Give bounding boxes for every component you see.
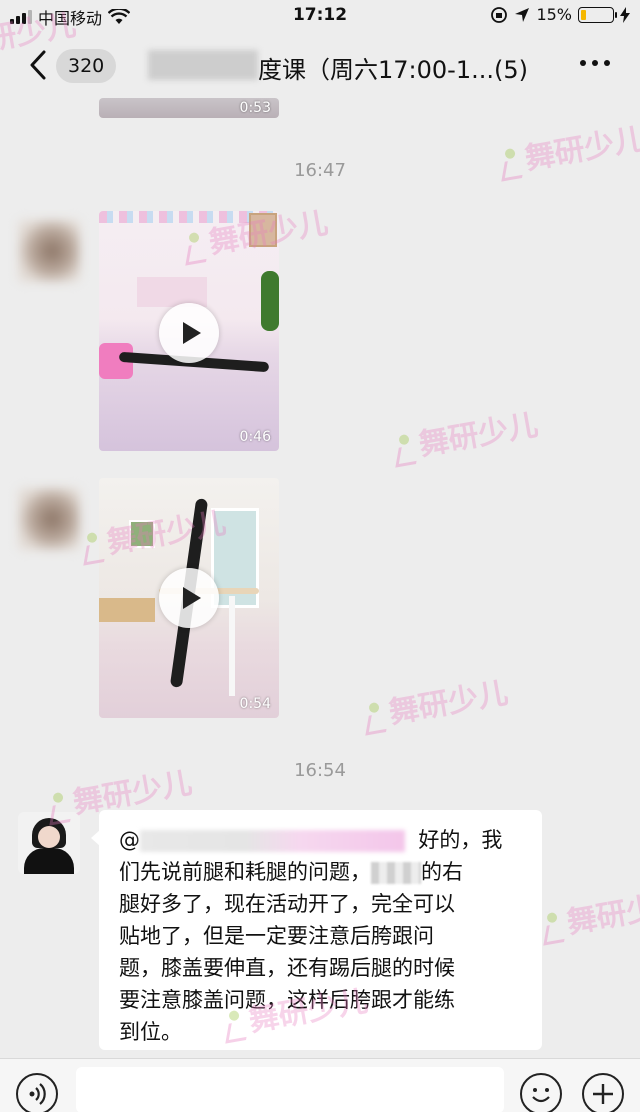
chat-title-text: 度课（周六17:00-1...	[258, 56, 494, 84]
chat-header: 320 度课（周六17:00-1...(5)	[0, 32, 640, 98]
location-icon	[515, 7, 530, 22]
watermark: 舞研少儿	[389, 400, 540, 469]
message-line: 腿好多了，现在活动开了，完全可以	[119, 892, 455, 916]
emoji-icon[interactable]	[520, 1073, 562, 1112]
message-line: 们先说前腿和耗腿的问题，	[119, 860, 371, 884]
text-message-bubble[interactable]: @ 好的，我 们先说前腿和耗腿的问题， 的右 腿好多了，现在活动开了，完全可以 贴…	[91, 810, 542, 1050]
watermark: 舞研少儿	[359, 668, 510, 737]
wall-picture	[249, 213, 277, 247]
input-bar	[0, 1058, 640, 1112]
plus-icon[interactable]	[582, 1073, 624, 1112]
redacted-name	[371, 862, 421, 884]
trophy-shelf	[99, 598, 155, 622]
voice-icon[interactable]	[16, 1073, 58, 1112]
sender-avatar[interactable]	[18, 488, 80, 550]
message-line: 的右	[421, 860, 463, 884]
orientation-lock-icon	[491, 6, 508, 23]
message-input[interactable]	[76, 1067, 504, 1112]
video-duration: 0:46	[239, 429, 271, 445]
message-line: 贴地了，但是一定要注意后胯跟问	[119, 924, 434, 948]
status-bar: 中国移动 17:12 15%	[0, 0, 640, 32]
back-button[interactable]	[24, 48, 54, 82]
more-ellipsis-icon[interactable]	[580, 60, 610, 66]
charging-bolt-icon	[620, 6, 630, 23]
sender-avatar[interactable]	[18, 220, 80, 282]
timestamp: 16:54	[294, 760, 346, 781]
video-message[interactable]: 0:53	[99, 98, 279, 118]
barre-stand	[229, 596, 235, 696]
redacted-group-name	[148, 50, 258, 80]
play-icon[interactable]	[159, 568, 219, 628]
video-message[interactable]: 0:54	[99, 478, 279, 718]
battery-icon	[578, 6, 617, 23]
timestamp: 16:47	[294, 160, 346, 181]
trophy-shelf	[137, 277, 207, 307]
watermark: 舞研少儿	[537, 878, 640, 947]
video-message[interactable]: 0:46	[99, 211, 279, 451]
teacher-avatar[interactable]	[18, 812, 80, 874]
unread-count-badge[interactable]: 320	[56, 49, 117, 83]
battery-percent: 15%	[536, 5, 572, 24]
play-icon[interactable]	[159, 303, 219, 363]
message-line: 好的，我	[418, 828, 503, 852]
message-line: 到位。	[119, 1020, 182, 1044]
wall-picture	[129, 520, 155, 548]
chat-title[interactable]: 度课（周六17:00-1...(5)	[258, 50, 528, 85]
message-line: 题，膝盖要伸直，还有踢后腿的时候	[119, 956, 455, 980]
video-duration: 0:54	[239, 696, 271, 712]
member-count: (5)	[493, 56, 528, 84]
message-line: 要注意膝盖问题，这样后胯跟才能练	[119, 988, 455, 1012]
mention-prefix: @	[119, 828, 140, 852]
plant	[261, 271, 279, 331]
video-duration: 0:53	[239, 100, 271, 116]
redacted-mention	[140, 830, 405, 852]
